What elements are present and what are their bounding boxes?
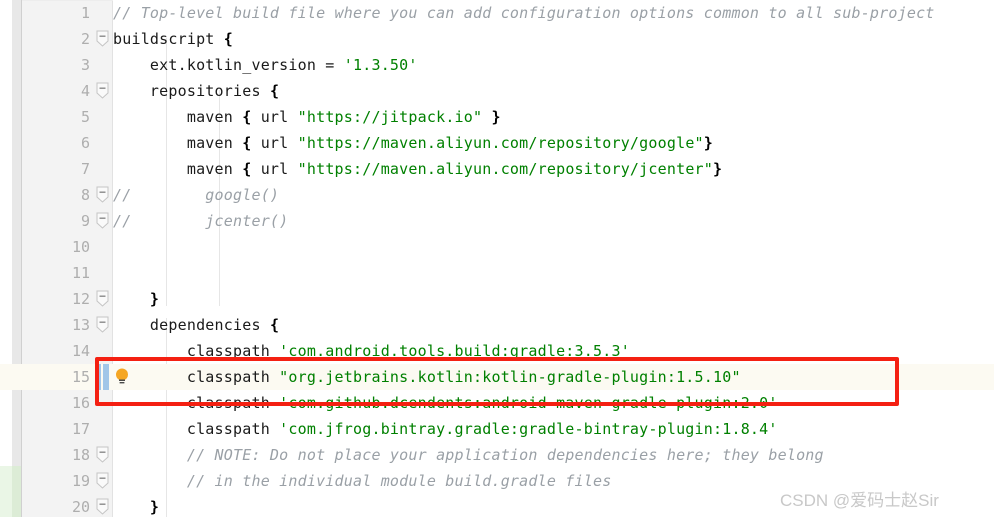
- code-line-text[interactable]: ext.kotlin_version = '1.3.50': [113, 52, 418, 78]
- fold-minus-icon[interactable]: [96, 498, 109, 515]
- line-number[interactable]: 17: [22, 416, 90, 442]
- code-line-text[interactable]: classpath 'com.jfrog.bintray.gradle:grad…: [113, 416, 778, 442]
- line-change-marker[interactable]: [95, 364, 101, 390]
- code-token-plain: url: [251, 108, 298, 126]
- fold-minus-icon[interactable]: [96, 446, 109, 463]
- code-line-text[interactable]: // Top-level build file where you can ad…: [113, 0, 935, 26]
- fold-minus-icon[interactable]: [96, 290, 109, 307]
- code-token-plain: classpath: [113, 342, 280, 360]
- line-number[interactable]: 15: [22, 364, 90, 390]
- fold-minus-icon[interactable]: [96, 472, 109, 489]
- line-number[interactable]: 7: [22, 156, 90, 182]
- code-token-plain: maven: [113, 134, 243, 152]
- code-token-plain: dependencies: [113, 316, 270, 334]
- code-token-plain: repositories: [113, 82, 270, 100]
- code-token-plain: buildscript: [113, 30, 224, 48]
- code-token-cmt: // jcenter(): [113, 212, 289, 230]
- code-token-str: 'com.android.tools.build:gradle:3.5.3': [279, 342, 630, 360]
- code-line-text[interactable]: dependencies {: [113, 312, 279, 338]
- code-token-punct: {: [269, 82, 280, 100]
- fold-minus-icon[interactable]: [96, 186, 109, 203]
- code-line-text[interactable]: }: [113, 286, 159, 312]
- code-token-cmt: // google(): [113, 186, 280, 204]
- code-token-str: "org.jetbrains.kotlin:kotlin-gradle-plug…: [279, 368, 741, 386]
- code-token-str: "https://maven.aliyun.com/repository/goo…: [297, 134, 704, 152]
- line-number[interactable]: 14: [22, 338, 90, 364]
- code-line-text[interactable]: maven { url "https://jitpack.io" }: [113, 104, 501, 130]
- line-number[interactable]: 16: [22, 390, 90, 416]
- fold-minus-icon[interactable]: [96, 212, 109, 229]
- code-line-text[interactable]: }: [113, 494, 159, 517]
- line-number[interactable]: 4: [22, 78, 90, 104]
- line-number[interactable]: 9: [22, 208, 90, 234]
- line-number[interactable]: 19: [22, 468, 90, 494]
- code-line-text[interactable]: repositories {: [113, 78, 279, 104]
- code-token-plain: maven: [113, 160, 243, 178]
- line-number[interactable]: 12: [22, 286, 90, 312]
- code-token-str: "https://jitpack.io": [297, 108, 483, 126]
- code-token-str: 'com.jfrog.bintray.gradle:gradle-bintray…: [279, 420, 778, 438]
- code-line-text[interactable]: classpath 'com.android.tools.build:gradl…: [113, 338, 630, 364]
- code-line-text[interactable]: buildscript {: [113, 26, 233, 52]
- code-token-str: 'com.github.dcendents:android-maven-grad…: [279, 394, 778, 412]
- line-number[interactable]: 13: [22, 312, 90, 338]
- code-token-str: "https://maven.aliyun.com/repository/jce…: [297, 160, 714, 178]
- code-token-plain: url: [251, 160, 298, 178]
- code-line-text[interactable]: maven { url "https://maven.aliyun.com/re…: [113, 156, 722, 182]
- line-number[interactable]: 6: [22, 130, 90, 156]
- line-change-marker-secondary[interactable]: [103, 364, 109, 390]
- code-token-plain: classpath: [113, 368, 280, 386]
- code-token-str: '1.3.50': [343, 56, 418, 74]
- code-line-text[interactable]: // in the individual module build.gradle…: [113, 468, 611, 494]
- code-token-punct: }: [482, 108, 501, 126]
- code-line-text[interactable]: // google(): [113, 182, 279, 208]
- fold-minus-icon[interactable]: [96, 316, 109, 333]
- code-token-cmt: // in the individual module build.gradle…: [113, 472, 612, 490]
- code-token-plain: classpath: [113, 394, 280, 412]
- code-token-cmt: // Top-level build file where you can ad…: [113, 4, 935, 22]
- code-token-punct: }: [113, 498, 160, 516]
- code-editor[interactable]: 1 // Top-level build file where you can a…: [0, 0, 994, 517]
- line-number[interactable]: 18: [22, 442, 90, 468]
- line-number[interactable]: 10: [22, 234, 90, 260]
- code-line-text[interactable]: classpath "org.jetbrains.kotlin:kotlin-g…: [113, 364, 741, 390]
- code-token-plain: ext.kotlin_version =: [113, 56, 344, 74]
- code-line-text[interactable]: classpath 'com.github.dcendents:android-…: [113, 390, 778, 416]
- code-line-row[interactable]: [0, 234, 994, 260]
- line-number[interactable]: 5: [22, 104, 90, 130]
- code-token-plain: url: [251, 134, 298, 152]
- code-token-cmt: // NOTE: Do not place your application d…: [113, 446, 824, 464]
- code-token-punct: {: [269, 316, 280, 334]
- fold-minus-icon[interactable]: [96, 82, 109, 99]
- code-line-text[interactable]: maven { url "https://maven.aliyun.com/re…: [113, 130, 713, 156]
- line-number[interactable]: 11: [22, 260, 90, 286]
- watermark-text: CSDN @爱码士赵Sir: [780, 491, 939, 510]
- code-line-row[interactable]: [0, 260, 994, 286]
- line-number[interactable]: 8: [22, 182, 90, 208]
- code-token-punct: {: [223, 30, 234, 48]
- code-token-punct: }: [113, 290, 160, 308]
- line-number[interactable]: 3: [22, 52, 90, 78]
- line-number[interactable]: 1: [22, 0, 90, 26]
- code-token-punct: }: [703, 134, 714, 152]
- code-token-punct: }: [713, 160, 723, 178]
- code-line-text[interactable]: // jcenter(): [113, 208, 288, 234]
- code-line-text[interactable]: // NOTE: Do not place your application d…: [113, 442, 824, 468]
- code-token-plain: classpath: [113, 420, 280, 438]
- line-number[interactable]: 20: [22, 494, 90, 517]
- fold-minus-icon[interactable]: [96, 30, 109, 47]
- code-token-plain: maven: [113, 108, 243, 126]
- line-number[interactable]: 2: [22, 26, 90, 52]
